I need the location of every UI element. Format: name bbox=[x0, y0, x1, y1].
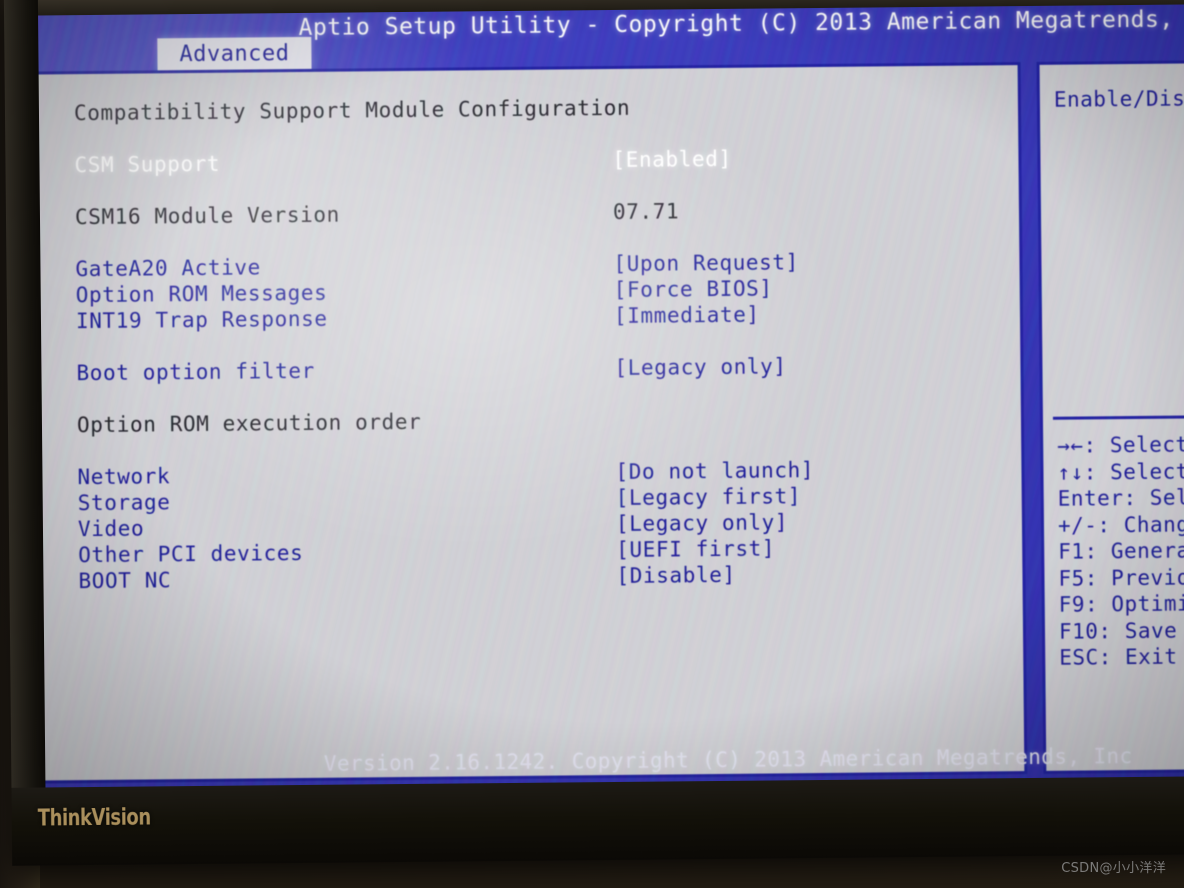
help-key-legend: →←: Select S ↑↓: Select I Enter: Selec +… bbox=[1057, 429, 1184, 672]
section-title: Compatibility Support Module Configurati… bbox=[73, 95, 631, 126]
row-label: GateA20 Active bbox=[75, 255, 261, 282]
monitor-bezel: ThinkVision Aptio Setup Utility - Copyri… bbox=[3, 0, 1184, 866]
settings-panel: Compatibility Support Module Configurati… bbox=[38, 62, 1028, 784]
key-f1-general-help: F1: General bbox=[1058, 538, 1184, 564]
row-value[interactable]: [Enabled] bbox=[612, 146, 731, 173]
row-label: Network bbox=[77, 464, 171, 490]
row-label: Option ROM Messages bbox=[75, 280, 328, 308]
row-value[interactable]: [Disable] bbox=[616, 562, 735, 589]
bios-screen: Aptio Setup Utility - Copyright (C) 2013… bbox=[38, 4, 1184, 788]
key-f10-save-exit: F10: Save & E bbox=[1058, 618, 1184, 644]
row-value[interactable]: [Do not launch] bbox=[615, 457, 814, 485]
help-divider bbox=[1052, 414, 1184, 420]
key-f9-optimized-defaults: F9: Optimize bbox=[1058, 591, 1184, 617]
row-label: Boot option filter bbox=[76, 358, 315, 386]
help-panel: Enable/Disab →←: Select S ↑↓: Select I E… bbox=[1036, 60, 1184, 774]
row-value[interactable]: [Legacy first] bbox=[616, 483, 802, 511]
settings-rows: Compatibility Support Module Configurati… bbox=[74, 91, 1009, 594]
row-value[interactable]: [Legacy only] bbox=[614, 353, 786, 381]
key-select-screen: →←: Select S bbox=[1057, 432, 1184, 458]
row-value[interactable]: [Immediate] bbox=[614, 302, 760, 329]
bezel-bottom: ThinkVision bbox=[11, 776, 1184, 866]
row-label: CSM Support bbox=[74, 151, 221, 178]
row-value[interactable]: [UEFI first] bbox=[616, 535, 775, 563]
key-select-item: ↑↓: Select I bbox=[1057, 458, 1184, 485]
row-value[interactable]: [Legacy only] bbox=[616, 509, 788, 537]
key-enter-select: Enter: Selec bbox=[1057, 485, 1184, 511]
row-label: Other PCI devices bbox=[78, 540, 304, 568]
help-description: Enable/Disab bbox=[1053, 86, 1184, 112]
photo-scene: ThinkVision Aptio Setup Utility - Copyri… bbox=[0, 0, 1184, 888]
row-label: Storage bbox=[77, 490, 171, 516]
tab-advanced[interactable]: Advanced bbox=[157, 36, 312, 71]
monitor-screen: Aptio Setup Utility - Copyright (C) 2013… bbox=[38, 4, 1184, 788]
row-value: 07.71 bbox=[612, 199, 680, 224]
row-label: BOOT NC bbox=[78, 568, 172, 594]
bios-version-text: Version 2.16.1242. Copyright (C) 2013 Am… bbox=[323, 744, 1133, 776]
key-f5-previous-values: F5: Previous bbox=[1058, 564, 1184, 591]
key-esc-exit: ESC: Exit bbox=[1059, 644, 1178, 670]
row-label: CSM16 Module Version bbox=[74, 202, 340, 230]
thinkvision-logo: ThinkVision bbox=[37, 802, 151, 832]
subsection-title: Option ROM execution order bbox=[76, 409, 422, 438]
key-change-opt: +/-: Change bbox=[1057, 511, 1184, 538]
row-value[interactable]: [Upon Request] bbox=[613, 249, 799, 277]
bios-content: Compatibility Support Module Configurati… bbox=[38, 60, 1184, 784]
csdn-watermark: CSDN@小小洋洋 bbox=[1061, 861, 1166, 876]
row-label: INT19 Trap Response bbox=[75, 306, 328, 334]
row-value[interactable]: [Force BIOS] bbox=[614, 275, 773, 303]
row-label: Video bbox=[77, 516, 145, 542]
